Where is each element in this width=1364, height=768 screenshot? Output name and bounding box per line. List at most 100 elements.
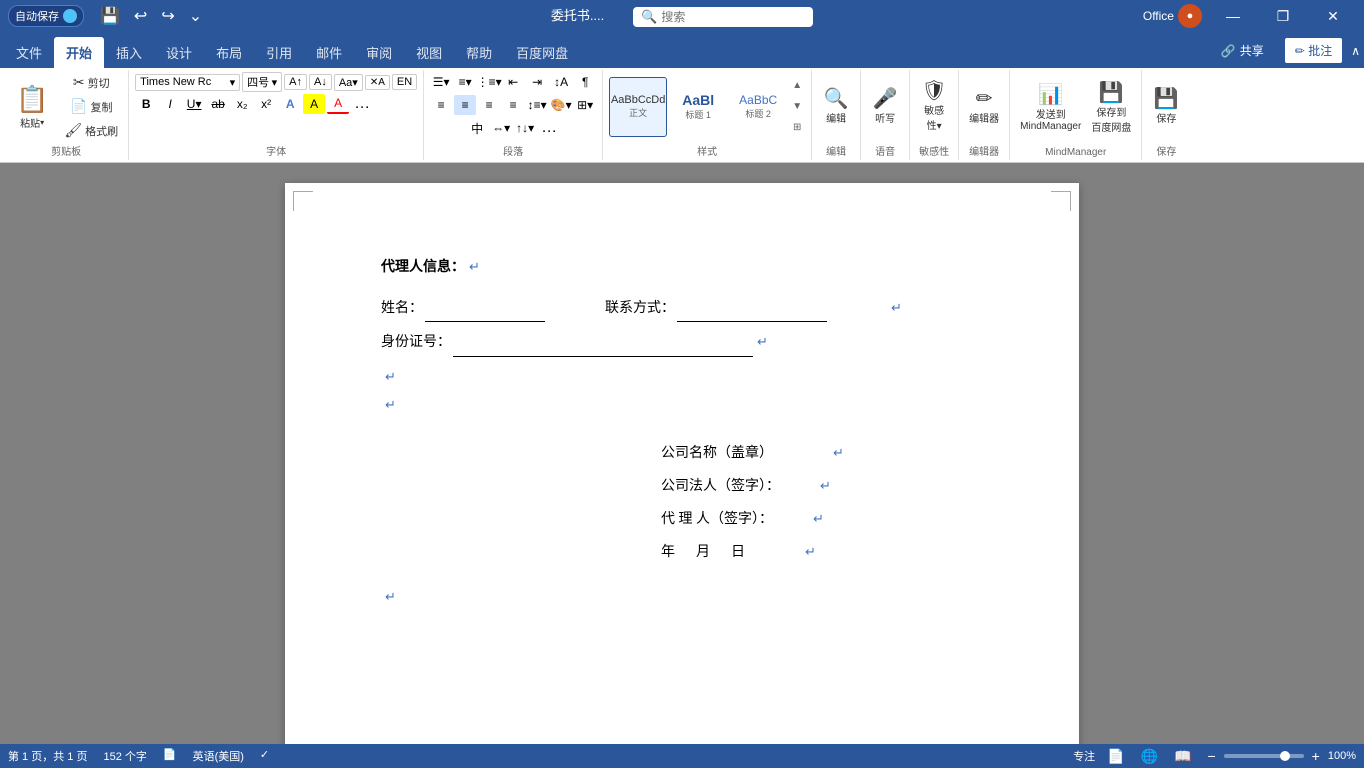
search-input[interactable]: [661, 10, 781, 24]
styles-more-btn[interactable]: ⊞: [789, 119, 805, 137]
send-mindmanager-btn[interactable]: 📊 发送到MindManager: [1016, 83, 1085, 134]
text-direction-btn[interactable]: ↑↓▾: [514, 118, 536, 138]
cut-button[interactable]: ✂剪切: [60, 72, 122, 93]
undo-btn[interactable]: ↩: [130, 4, 151, 28]
save-baidu-btn[interactable]: 💾 保存到百度网盘: [1087, 81, 1135, 136]
strikethrough-btn[interactable]: ab: [207, 94, 229, 114]
read-mode-btn[interactable]: 📖: [1170, 746, 1195, 767]
zoom-level[interactable]: 100%: [1328, 750, 1356, 762]
collapse-ribbon-btn[interactable]: ∧: [1351, 44, 1360, 58]
autosave-toggle[interactable]: 自动保存: [8, 5, 84, 27]
style-normal[interactable]: AaBbCcDd 正文: [609, 77, 667, 137]
align-left-btn[interactable]: ≡: [430, 95, 452, 115]
tab-mailings[interactable]: 邮件: [304, 37, 354, 68]
underline-btn[interactable]: U▾: [183, 94, 205, 114]
text-effect-btn[interactable]: A: [279, 94, 301, 114]
zoom-in-btn[interactable]: +: [1308, 746, 1324, 766]
align-right-btn[interactable]: ≡: [478, 95, 500, 115]
id-label: 身份证号：: [381, 330, 753, 356]
copy-button[interactable]: 📄复制: [60, 96, 122, 117]
doc-icon[interactable]: 📄: [163, 748, 177, 764]
para-mark-2: ↵: [891, 296, 902, 319]
chinese-format-btn[interactable]: 中: [466, 118, 488, 138]
focus-btn[interactable]: 专注: [1073, 748, 1095, 764]
close-btn[interactable]: ✕: [1310, 0, 1356, 32]
number-list-btn[interactable]: ≡▾: [454, 72, 476, 92]
subscript-btn[interactable]: x₂: [231, 94, 253, 114]
align-center-btn[interactable]: ≡: [454, 95, 476, 115]
redo-btn[interactable]: ↪: [157, 4, 178, 28]
bullet-list-btn[interactable]: ☰▾: [430, 72, 452, 92]
tab-help[interactable]: 帮助: [454, 37, 504, 68]
borders-btn[interactable]: ⊞▾: [574, 95, 596, 115]
restore-btn[interactable]: ❐: [1260, 0, 1306, 32]
clipboard-group: 📋 粘贴 ▾ ✂剪切 📄复制 🖌格式刷 剪贴板: [4, 70, 129, 160]
customize-btn[interactable]: ⌄: [185, 4, 206, 28]
shading-btn[interactable]: 🎨▾: [550, 95, 572, 115]
clear-format-btn[interactable]: ✕A: [365, 75, 390, 90]
save-quick-btn[interactable]: 💾: [96, 4, 124, 28]
spelling-icon[interactable]: ✓: [260, 748, 269, 764]
para-mark-6: ↵: [833, 441, 844, 464]
para-spacing-btn[interactable]: ⇔▾: [490, 118, 512, 138]
style-heading2[interactable]: AaBbC 标题 2: [729, 77, 787, 137]
tab-view[interactable]: 视图: [404, 37, 454, 68]
superscript-btn[interactable]: x²: [255, 94, 277, 114]
sensitivity-btn[interactable]: 🛡 敏感性▾: [916, 79, 952, 134]
date-line: 年 月 日 ↵: [661, 540, 983, 565]
highlight-color-btn[interactable]: A: [303, 94, 325, 114]
editor-btn[interactable]: ✏ 编辑器: [965, 87, 1003, 127]
style-heading1[interactable]: AaBl 标题 1: [669, 77, 727, 137]
para-mark-7: ↵: [820, 474, 831, 497]
document-area[interactable]: 代理人信息： ↵ 姓名： 联系方式： ↵ 身份证号： ↵ ↵ ↵: [0, 163, 1364, 745]
tab-baidu[interactable]: 百度网盘: [504, 37, 580, 68]
tab-layout[interactable]: 布局: [204, 37, 254, 68]
increase-indent-btn[interactable]: ⇥: [526, 72, 548, 92]
paste-button[interactable]: 📋 粘贴 ▾: [10, 82, 54, 132]
para-mark-8: ↵: [813, 507, 824, 530]
save-content: 💾 保存: [1148, 72, 1184, 141]
justify-btn[interactable]: ≡: [502, 95, 524, 115]
line-spacing-btn[interactable]: ↕≡▾: [526, 95, 548, 115]
share-button[interactable]: 🔗 共享: [1209, 38, 1276, 63]
change-case-btn[interactable]: Aa▾: [334, 74, 363, 91]
font-controls: Times New Rc▾ 四号▾ A↑ A↓ Aa▾ ✕A EN B I U▾…: [135, 72, 417, 141]
styles-up-btn[interactable]: ▲: [789, 77, 805, 95]
format-painter-button[interactable]: 🖌格式刷: [60, 120, 122, 141]
status-left: 第 1 页，共 1 页 152 个字 📄 英语(美国) ✓: [8, 748, 269, 764]
font-label: 字体: [266, 141, 286, 158]
font-size-select[interactable]: 四号▾: [242, 72, 282, 92]
multilevel-list-btn[interactable]: ⋮≡▾: [478, 72, 500, 92]
tab-review[interactable]: 审阅: [354, 37, 404, 68]
comment-button[interactable]: ✏ 批注: [1284, 37, 1343, 64]
zoom-out-btn[interactable]: −: [1203, 746, 1219, 766]
font-name-select[interactable]: Times New Rc▾: [135, 74, 240, 91]
italic-btn[interactable]: I: [159, 94, 181, 114]
word-count: 152 个字: [103, 748, 146, 764]
font-more-btn[interactable]: …: [351, 94, 373, 114]
web-layout-btn[interactable]: 🌐: [1137, 746, 1162, 767]
print-layout-btn[interactable]: 📄: [1103, 746, 1128, 767]
language[interactable]: 英语(美国): [193, 748, 244, 764]
tab-design[interactable]: 设计: [154, 37, 204, 68]
minimize-btn[interactable]: —: [1210, 0, 1256, 32]
tab-references[interactable]: 引用: [254, 37, 304, 68]
bold-btn[interactable]: B: [135, 94, 157, 114]
styles-down-btn[interactable]: ▼: [789, 98, 805, 116]
font-shrink-btn[interactable]: A↓: [309, 74, 332, 90]
char-shading-btn[interactable]: EN: [392, 74, 417, 90]
show-marks-btn[interactable]: ¶: [574, 72, 596, 92]
decrease-indent-btn[interactable]: ⇤: [502, 72, 524, 92]
font-grow-btn[interactable]: A↑: [284, 74, 307, 90]
para-more-btn[interactable]: …: [538, 118, 560, 138]
font-color-btn[interactable]: A: [327, 94, 349, 114]
sort-btn[interactable]: ↕A: [550, 72, 572, 92]
zoom-slider[interactable]: [1224, 754, 1304, 758]
tab-insert[interactable]: 插入: [104, 37, 154, 68]
tab-home[interactable]: 开始: [54, 37, 104, 68]
dictate-btn[interactable]: 🎤 听写: [867, 87, 903, 127]
office-account-btn[interactable]: ●: [1178, 4, 1202, 28]
save-btn[interactable]: 💾 保存: [1148, 87, 1184, 127]
find-replace-btn[interactable]: 🔍 编辑: [818, 87, 854, 127]
tab-file[interactable]: 文件: [4, 37, 54, 68]
